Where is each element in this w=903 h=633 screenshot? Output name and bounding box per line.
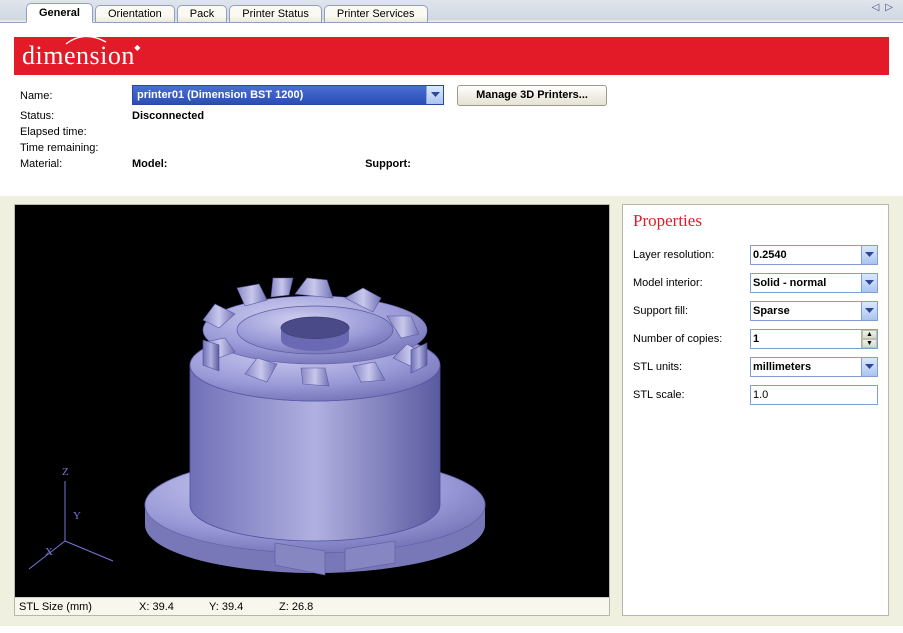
tab-pack[interactable]: Pack <box>177 5 227 22</box>
stl-size-label: STL Size (mm) <box>19 601 139 613</box>
z-value: 26.8 <box>292 601 313 613</box>
elapsed-label: Elapsed time: <box>20 124 132 140</box>
x-label: X: <box>139 601 149 613</box>
tab-orientation[interactable]: Orientation <box>95 5 175 22</box>
axis-x-label: X <box>45 546 53 558</box>
layer-resolution-label: Layer resolution: <box>633 241 750 269</box>
remaining-value <box>132 140 652 156</box>
layer-resolution-select[interactable]: 0.2540 <box>750 245 878 265</box>
model-interior-select[interactable]: Solid - normal <box>750 273 878 293</box>
stl-units-label: STL units: <box>633 353 750 381</box>
status-label: Status: <box>20 108 132 124</box>
manage-printers-button[interactable]: Manage 3D Printers... <box>457 85 607 106</box>
arrow-right-icon[interactable]: ▷ <box>885 2 893 13</box>
tab-nav-arrows: ◁ ▷ <box>872 2 893 13</box>
viewport-panel: Z Y X <box>14 204 610 616</box>
chevron-down-icon[interactable] <box>861 246 877 264</box>
brand-caret-icon <box>64 34 108 46</box>
name-label: Name: <box>20 83 132 108</box>
3d-viewport[interactable]: Z Y X <box>15 205 609 597</box>
chevron-down-icon[interactable] <box>861 302 877 320</box>
spin-down-icon[interactable]: ▼ <box>862 339 877 348</box>
tab-page-general: dimension ◆ Name: printer01 (Dimension B… <box>0 22 903 633</box>
arrow-left-icon[interactable]: ◁ <box>872 2 880 13</box>
chevron-down-icon[interactable] <box>426 86 443 104</box>
brand-diamond-icon: ◆ <box>134 43 141 52</box>
z-label: Z: <box>279 601 289 613</box>
lower-area: Z Y X <box>0 196 903 626</box>
model-label: Model: <box>132 158 362 170</box>
chevron-down-icon[interactable] <box>861 358 877 376</box>
brand-bar: dimension ◆ <box>14 37 889 75</box>
printer-select[interactable]: printer01 (Dimension BST 1200) <box>132 85 444 105</box>
model-interior-label: Model interior: <box>633 269 750 297</box>
elapsed-value <box>132 124 652 140</box>
stl-scale-input[interactable]: 1.0 <box>750 385 878 405</box>
stl-scale-label: STL scale: <box>633 381 750 409</box>
y-value: 39.4 <box>222 601 243 613</box>
x-value: 39.4 <box>152 601 173 613</box>
spin-up-icon[interactable]: ▲ <box>862 330 877 339</box>
brand-logo: dimension ◆ <box>22 41 135 71</box>
tab-general[interactable]: General <box>26 3 93 23</box>
axis-y-label: Y <box>73 510 81 522</box>
properties-title: Properties <box>633 211 878 231</box>
info-panel: Name: printer01 (Dimension BST 1200) Man… <box>14 75 889 182</box>
viewport-status-bar: STL Size (mm) X: 39.4 Y: 39.4 Z: 26.8 <box>15 597 609 615</box>
y-label: Y: <box>209 601 219 613</box>
status-value: Disconnected <box>132 108 652 124</box>
support-fill-label: Support fill: <box>633 297 750 325</box>
support-label: Support: <box>365 158 411 170</box>
tab-bar: General Orientation Pack Printer Status … <box>0 0 903 22</box>
copies-stepper[interactable]: 1 ▲ ▼ <box>750 329 878 349</box>
chevron-down-icon[interactable] <box>861 274 877 292</box>
material-label: Material: <box>20 156 132 172</box>
tab-printer-status[interactable]: Printer Status <box>229 5 322 22</box>
copies-label: Number of copies: <box>633 325 750 353</box>
properties-panel: Properties Layer resolution: 0.2540 M <box>622 204 889 616</box>
axis-z-label: Z <box>62 466 69 478</box>
printer-select-value: printer01 (Dimension BST 1200) <box>137 89 303 101</box>
remaining-label: Time remaining: <box>20 140 132 156</box>
support-fill-select[interactable]: Sparse <box>750 301 878 321</box>
stl-units-select[interactable]: millimeters <box>750 357 878 377</box>
tab-printer-services[interactable]: Printer Services <box>324 5 428 22</box>
